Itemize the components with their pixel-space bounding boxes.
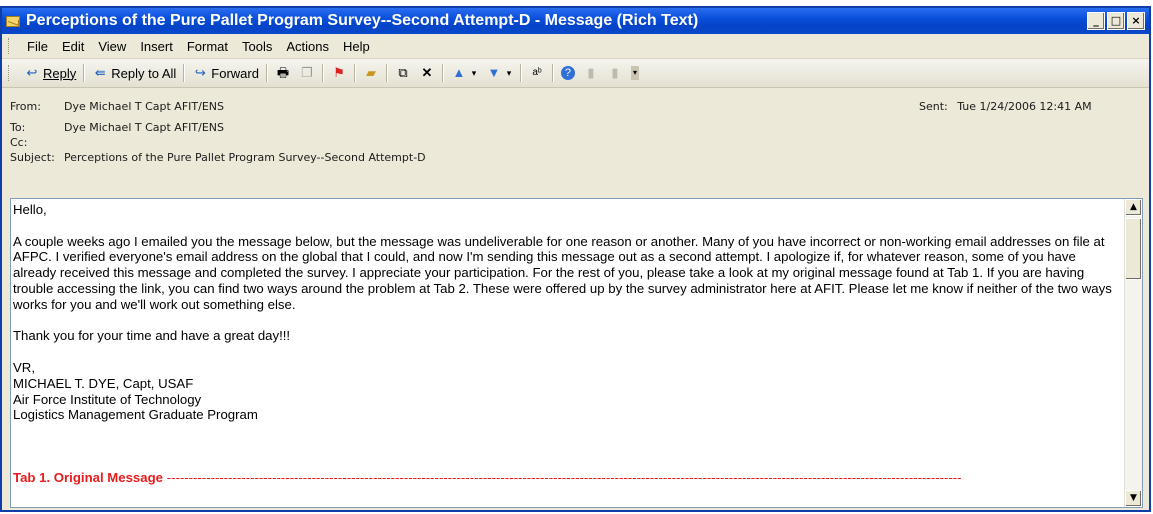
greeting-text: Hello, <box>13 202 47 217</box>
cc-label: Cc: <box>10 136 28 149</box>
help-icon: ? <box>560 66 575 80</box>
toolbar-separator <box>265 64 268 82</box>
forward-label: Forward <box>211 65 259 81</box>
disabled-button: ▮ <box>579 64 603 82</box>
signature-program: Logistics Management Graduate Program <box>13 407 258 423</box>
delete-button[interactable]: ✕ <box>415 64 439 82</box>
folder-icon: ▰ <box>365 65 376 80</box>
menu-tools[interactable]: Tools <box>235 37 279 56</box>
menu-grip[interactable] <box>8 38 12 54</box>
from-label: From: <box>10 100 41 113</box>
delete-icon: ✕ <box>421 65 433 80</box>
flag-button[interactable]: ⚑ <box>327 64 351 82</box>
message-window: Perceptions of the Pure Pallet Program S… <box>0 6 1151 512</box>
toolbar-separator <box>385 64 388 82</box>
envelope-icon <box>6 15 20 27</box>
toolbar-separator <box>183 64 186 82</box>
toolbar-grip[interactable] <box>8 65 12 81</box>
reply-all-button[interactable]: ⇚ Reply to All <box>88 64 180 83</box>
forward-icon: ↪ <box>194 65 206 80</box>
vertical-scrollbar[interactable]: ▲ ▼ <box>1124 199 1142 507</box>
standard-toolbar: ↩ Reply ⇚ Reply to All ↪ Forward 🖶 ❐ ⚑ ▰… <box>2 59 1149 88</box>
help-button[interactable]: ? <box>557 64 579 82</box>
maximize-button[interactable]: □ <box>1107 12 1125 30</box>
menu-format[interactable]: Format <box>180 37 235 56</box>
close-button[interactable]: × <box>1127 12 1145 30</box>
disabled-icon: ▮ <box>611 65 619 80</box>
flag-icon: ⚑ <box>333 65 345 80</box>
address-book-icon: aᵇ <box>532 67 542 78</box>
cc-row: Cc: <box>10 136 64 149</box>
scroll-up-button[interactable]: ▲ <box>1125 199 1142 216</box>
next-icon: ▼ <box>487 65 501 80</box>
dropdown-arrow-icon: ▾ <box>506 68 512 78</box>
disabled-button: ▮ <box>603 64 627 82</box>
arrow-up-icon: ▲ <box>1130 202 1137 212</box>
previous-icon: ▲ <box>452 65 466 80</box>
to-label: To: <box>10 121 26 134</box>
copy-icon: ❐ <box>301 65 313 80</box>
menu-file[interactable]: File <box>20 37 55 56</box>
toolbar-separator <box>83 64 86 82</box>
sent-label: Sent: <box>919 100 948 113</box>
sent-value: Tue 1/24/2006 12:41 AM <box>957 100 1092 113</box>
message-text[interactable]: Hello, A couple weeks ago I emailed you … <box>13 202 1113 486</box>
from-row: From: Dye Michael T Capt AFIT/ENS <box>10 100 224 113</box>
title-bar[interactable]: Perceptions of the Pure Pallet Program S… <box>2 8 1149 34</box>
subject-value: Perceptions of the Pure Pallet Program S… <box>64 151 426 164</box>
thanks-text: Thank you for your time and have a great… <box>13 328 291 344</box>
reply-all-label: Reply to All <box>111 65 177 81</box>
scroll-down-button[interactable]: ▼ <box>1125 490 1142 507</box>
forward-button[interactable]: ↪ Forward <box>188 64 263 83</box>
reply-label: Reply <box>43 65 77 81</box>
scroll-thumb[interactable] <box>1125 218 1142 280</box>
tab1-heading: Tab 1. Original Message <box>13 470 163 486</box>
menu-bar: File Edit View Insert Format Tools Actio… <box>2 34 1149 59</box>
toolbar-options-button[interactable]: ▾ <box>627 64 643 82</box>
menu-edit[interactable]: Edit <box>55 37 91 56</box>
dropdown-arrow-icon: ▾ <box>471 68 477 78</box>
tab1-rule: ----------------------------------------… <box>166 470 962 486</box>
disabled-icon: ▮ <box>587 65 595 80</box>
reply-icon: ↩ <box>26 65 38 80</box>
subject-row: Subject: Perceptions of the Pure Pallet … <box>10 151 426 164</box>
signature-name: MICHAEL T. DYE, Capt, USAF <box>13 375 194 391</box>
chevron-down-icon: ▾ <box>630 66 639 80</box>
sent-row: Sent: Tue 1/24/2006 12:41 AM <box>919 100 1092 113</box>
move-button[interactable]: ⧉ <box>391 64 415 82</box>
move-icon: ⧉ <box>398 65 408 80</box>
address-book-button[interactable]: aᵇ <box>525 64 549 82</box>
reply-button[interactable]: ↩ Reply <box>20 64 80 83</box>
window-title: Perceptions of the Pure Pallet Program S… <box>26 12 699 29</box>
to-row: To: Dye Michael T Capt AFIT/ENS <box>10 121 224 134</box>
toolbar-separator <box>519 64 522 82</box>
copy-button[interactable]: ❐ <box>295 64 319 82</box>
previous-item-button[interactable]: ▲ ▾ <box>447 64 482 82</box>
message-header: From: Dye Michael T Capt AFIT/ENS Sent: … <box>2 88 1149 170</box>
toolbar-separator <box>551 64 554 82</box>
subject-label: Subject: <box>10 151 55 164</box>
signature-organization: Air Force Institute of Technology <box>13 391 202 407</box>
folder-button[interactable]: ▰ <box>359 64 383 82</box>
menu-actions[interactable]: Actions <box>279 37 336 56</box>
menu-help[interactable]: Help <box>336 37 377 56</box>
from-value[interactable]: Dye Michael T Capt AFIT/ENS <box>64 100 224 113</box>
to-value[interactable]: Dye Michael T Capt AFIT/ENS <box>64 121 224 134</box>
print-icon: 🖶 <box>276 65 290 80</box>
menu-insert[interactable]: Insert <box>133 37 180 56</box>
next-item-button[interactable]: ▼ ▾ <box>482 64 517 82</box>
print-button[interactable]: 🖶 <box>271 64 295 82</box>
arrow-down-icon: ▼ <box>1130 493 1137 503</box>
minimize-button[interactable]: _ <box>1087 12 1105 30</box>
reply-all-icon: ⇚ <box>94 65 106 80</box>
toolbar-separator <box>441 64 444 82</box>
message-body[interactable]: Hello, A couple weeks ago I emailed you … <box>10 198 1143 508</box>
menu-view[interactable]: View <box>91 37 133 56</box>
signature-vr: VR, <box>13 359 35 375</box>
toolbar-separator <box>353 64 356 82</box>
tab1-heading-line: Tab 1. Original Message ----------------… <box>13 470 1113 486</box>
toolbar-separator <box>321 64 324 82</box>
body-paragraph: A couple weeks ago I emailed you the mes… <box>13 233 1112 312</box>
